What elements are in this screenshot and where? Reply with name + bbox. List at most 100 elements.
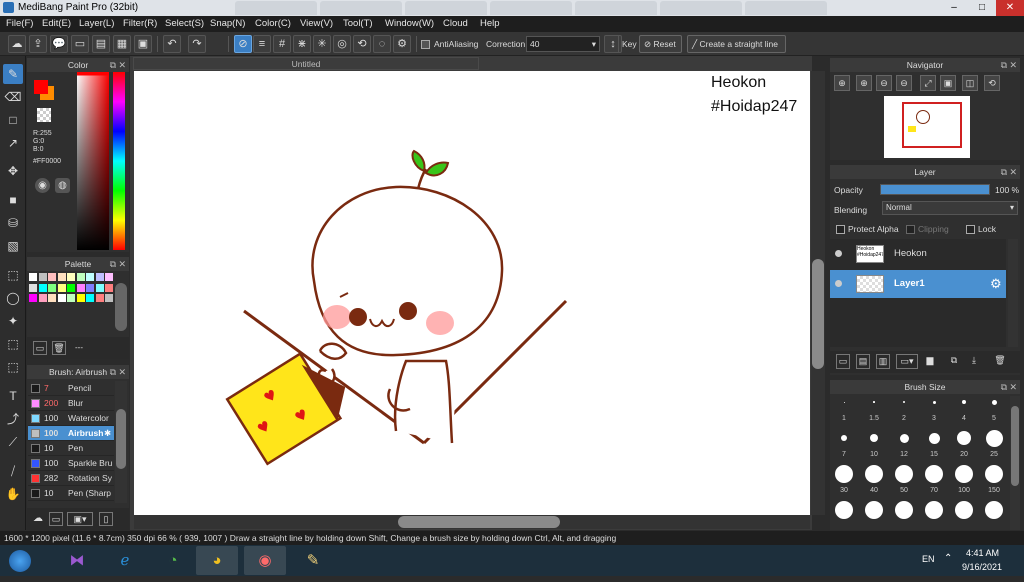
palette-swatch[interactable] [86,273,94,281]
flip-icon[interactable]: ◫ [962,75,978,91]
tray-chevron-icon[interactable]: ⌃ [944,553,952,564]
menu-file[interactable]: File(F) [6,18,33,29]
fill-rect-tool-icon[interactable]: ■ [3,190,23,210]
text-tool-icon[interactable]: T [3,386,23,406]
export-icon[interactable]: ▣ [134,35,152,53]
create-straight-line-button[interactable]: ╱ Create a straight line [687,35,786,53]
menu-filter[interactable]: Filter(R) [123,18,157,29]
brush-size-dot[interactable] [955,501,973,519]
add-palette-icon[interactable]: ▭ [33,341,47,355]
brush-list-item[interactable]: 100 Airbrush ✱ [28,426,114,441]
bucket-tool-icon[interactable]: ⛁ [3,213,23,233]
lasso-tool-icon[interactable]: ◯ [3,288,23,308]
brush-list-item[interactable]: 10 Pen [28,441,114,456]
brush-size-dot[interactable] [985,501,1003,519]
start-button[interactable] [0,546,40,575]
palette-swatch[interactable] [67,273,75,281]
palette-swatch[interactable] [48,283,56,292]
brush-list-item[interactable]: 10 Pen (Sharp [28,486,114,501]
float-icon[interactable]: ⧉ [110,257,116,271]
drawing-canvas[interactable]: ♥ ♥ ♥ Heokon #Hoidap247 [134,71,810,515]
zoom-in-icon[interactable]: ⊕ [834,75,850,91]
brush-list-item[interactable]: 200 Blur [28,396,114,411]
brush-size-dot[interactable] [835,501,853,519]
float-icon[interactable]: ⧉ [1001,165,1007,179]
color-set-icon[interactable]: ◍ [55,178,70,193]
magic-wand-tool-icon[interactable]: ✦ [3,311,23,331]
brush-list-item[interactable]: 7 Pencil [28,381,114,396]
parallel-snap-icon[interactable]: ≡ [253,35,271,53]
add-brush-icon[interactable]: ▭ [49,512,63,526]
zoom-in-icon[interactable]: ⊕ [856,75,872,91]
menu-cloud[interactable]: Cloud [443,18,468,29]
brush-size-dot[interactable] [865,501,883,519]
float-icon[interactable]: ⧉ [1001,58,1007,72]
brush-size-dot[interactable] [903,401,905,403]
snap-off-icon[interactable]: ⊘ [234,35,252,53]
brush-size-dot[interactable] [985,465,1003,483]
visual-studio-icon[interactable]: ⧓ [56,546,98,575]
delete-brush-icon[interactable]: ▯ [99,512,113,526]
palette-scrollbar[interactable] [115,283,127,331]
menu-view[interactable]: View(V) [300,18,333,29]
close-icon[interactable]: ✕ [118,257,126,271]
brush-size-scrollbar[interactable] [1010,396,1020,530]
reset-view-icon[interactable]: ⟲ [984,75,1000,91]
close-icon[interactable]: ✕ [1009,58,1017,72]
brush-size-dot[interactable] [925,465,943,483]
perspective-snap-icon[interactable]: ✳ [313,35,331,53]
palette-swatch[interactable] [86,283,94,292]
brush-size-dot[interactable] [962,400,966,404]
zoom-out-icon[interactable]: ⊖ [896,75,912,91]
horizontal-scroll-thumb[interactable] [398,516,560,528]
palette-swatch[interactable] [29,294,37,302]
coccoc-icon[interactable]: ◔ [152,546,194,575]
merge-down-icon[interactable]: ⤓ [966,354,982,369]
divide-tool-icon[interactable]: ⧸ [3,461,23,481]
brush-size-dot[interactable] [925,501,943,519]
palette-swatch[interactable] [57,283,66,292]
palette-swatch[interactable] [86,294,94,302]
close-icon[interactable]: ✕ [118,58,126,72]
gradient-tool-icon[interactable]: ▧ [3,236,23,256]
palette-swatch[interactable] [38,273,47,281]
internet-explorer-icon[interactable]: ℯ [104,546,146,575]
language-indicator[interactable]: EN [922,554,935,564]
close-icon[interactable]: ✕ [1009,165,1017,179]
menu-window[interactable]: Window(W) [385,18,434,29]
brush-size-dot[interactable] [985,429,1003,447]
material-icon[interactable]: ▦ [113,35,131,53]
clipping-checkbox[interactable]: Clipping [906,224,949,235]
lock-checkbox[interactable]: Lock [966,224,996,235]
brush-size-dot[interactable] [870,434,878,442]
share-icon[interactable]: ⇪ [29,35,47,53]
dot-tool-icon[interactable]: □ [3,110,23,130]
palette-swatch[interactable] [76,283,85,292]
close-button[interactable]: ✕ [996,0,1024,16]
delete-layer-icon[interactable]: 🗑 [992,354,1008,369]
paint-icon[interactable]: ✎ [292,546,334,575]
brush-size-dot[interactable] [957,431,971,445]
circle-snap-icon[interactable]: ◌ [373,35,391,53]
foreground-color-swatch[interactable] [34,80,48,94]
add-layer-menu-icon[interactable]: ▭▾ [896,354,918,369]
transparent-swatch[interactable] [37,108,51,122]
clock-date[interactable]: 9/16/2021 [962,562,1002,572]
brush-list-item[interactable]: 100 Sparkle Bru [28,456,114,471]
brush-size-dot[interactable] [843,401,845,403]
layer-row-heokon[interactable]: Heokon #Hoidap247 Heokon [830,240,1006,268]
antialiasing-checkbox[interactable] [421,39,433,50]
hue-slider[interactable] [113,72,125,250]
brush-size-dot[interactable] [895,465,913,483]
new-8bit-layer-icon[interactable]: ▥ [876,354,890,369]
brush-size-dot[interactable] [928,432,940,444]
new-halftone-layer-icon[interactable]: ▤ [856,354,870,369]
rotate-icon[interactable]: ⤢ [920,75,936,91]
maximize-button[interactable]: □ [968,0,996,16]
brush-size-dot[interactable] [932,400,936,404]
hand-tool-icon[interactable]: ✋ [3,484,23,504]
undo-icon[interactable]: ↶ [163,35,181,53]
brush-list-scrollbar[interactable] [115,381,127,503]
brush-menu-icon[interactable]: ▣▾ [67,512,93,526]
brush-size-dot[interactable] [865,465,883,483]
